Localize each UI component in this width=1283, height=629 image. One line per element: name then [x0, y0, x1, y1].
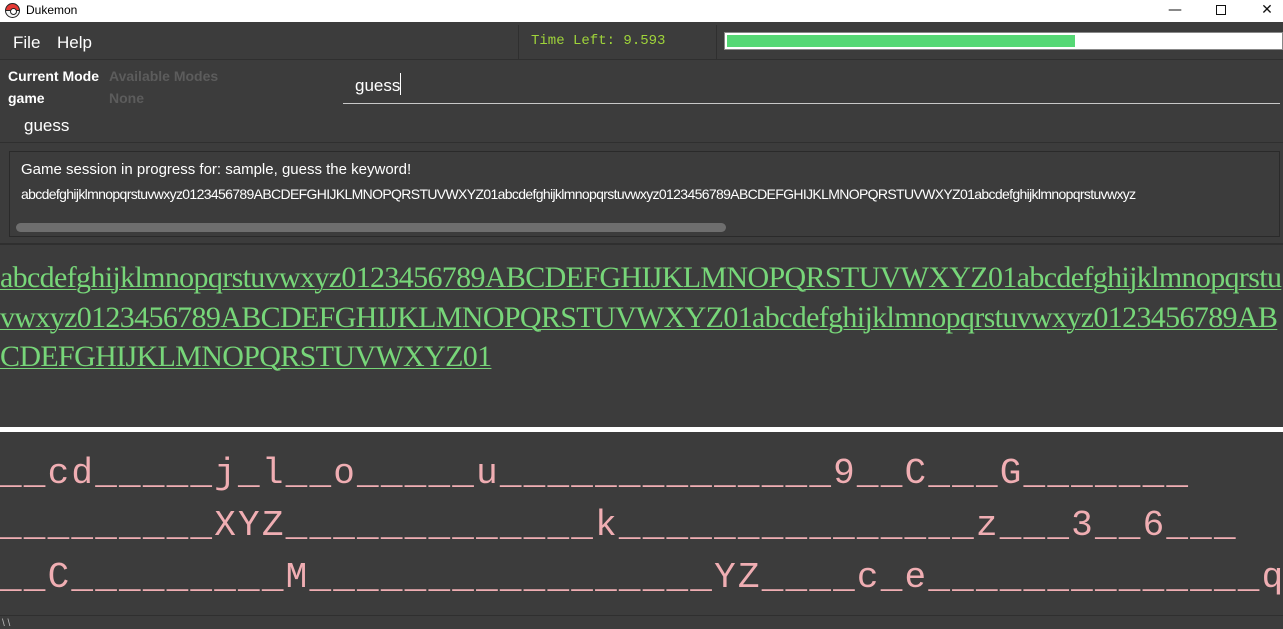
- mode-panel: Current Mode game Available Modes None g…: [0, 61, 1283, 143]
- time-left-label: Time Left: 9.593: [531, 33, 666, 49]
- divider: [716, 25, 717, 60]
- minimize-button[interactable]: —: [1152, 0, 1198, 22]
- command-input[interactable]: [343, 68, 1280, 104]
- hint-line: _________XYZ_____________k______________…: [0, 505, 1238, 546]
- divider: [0, 243, 1283, 245]
- available-modes-label: Available Modes: [109, 68, 219, 84]
- title-bar: Dukemon — ✕: [0, 0, 1283, 22]
- timer-progress-bar: [724, 32, 1283, 50]
- timer-progress-fill: [727, 35, 1075, 47]
- divider: [518, 25, 519, 60]
- menu-help[interactable]: Help: [57, 33, 92, 53]
- menu-bar: File Help Time Left: 9.593: [0, 25, 1283, 60]
- current-mode-label: Current Mode: [8, 68, 99, 84]
- result-keyword-text: abcdefghijklmnopqrstuvwxyz0123456789ABCD…: [21, 186, 1136, 202]
- window-title: Dukemon: [26, 3, 78, 17]
- menu-file[interactable]: File: [13, 33, 40, 53]
- word-display: abcdefghijklmnopqrstuvwxyz0123456789ABCD…: [0, 261, 1282, 373]
- horizontal-scrollbar[interactable]: [16, 223, 726, 232]
- status-text: \ \: [2, 618, 11, 629]
- current-mode-value: game: [8, 90, 45, 106]
- result-message: Game session in progress for: sample, gu…: [21, 161, 412, 178]
- divider: [0, 427, 1283, 432]
- available-modes-value: None: [109, 90, 144, 106]
- hint-display: __cd_____j_l__o_____u______________9__C_…: [0, 449, 1283, 609]
- pokeball-icon: [5, 3, 20, 18]
- status-bar: \ \: [0, 615, 1283, 629]
- hint-line: __C_________M_________________YZ____c_e_…: [0, 557, 1283, 598]
- maximize-icon: [1216, 5, 1226, 15]
- maximize-button[interactable]: [1198, 0, 1244, 22]
- hint-line: __cd_____j_l__o_____u______________9__C_…: [0, 453, 1191, 494]
- close-button[interactable]: ✕: [1244, 0, 1283, 22]
- command-suggestion[interactable]: guess: [24, 116, 69, 136]
- result-display: Game session in progress for: sample, gu…: [9, 151, 1280, 237]
- text-caret: [400, 73, 401, 95]
